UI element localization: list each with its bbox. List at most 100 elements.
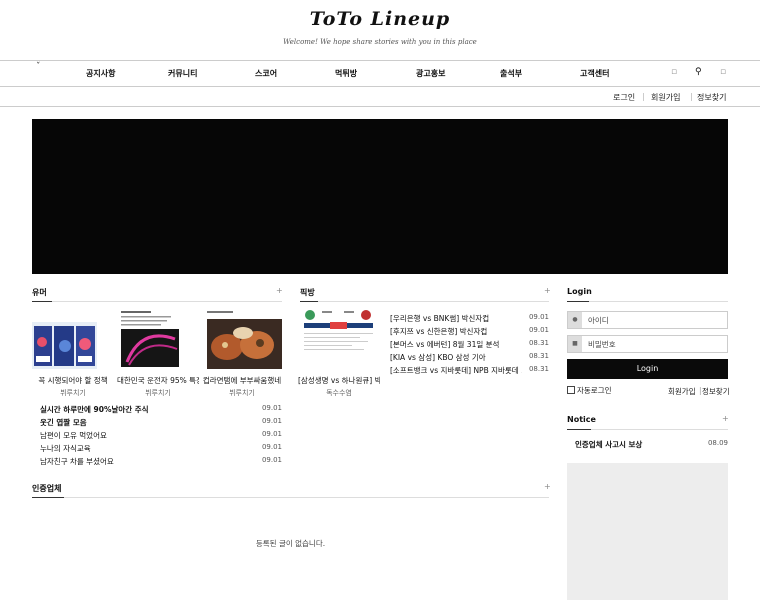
certified-section-title[interactable]: 인증업체 [32,483,61,494]
nav-item-score[interactable]: 스코어 [255,68,277,79]
site-tagline: Welcome! We hope share stories with you … [283,38,477,46]
humor-card-author: 뷔루치기 [60,389,86,397]
list-item[interactable]: 인증업체 사고시 보상 08.09 [575,439,728,451]
list-item-date: 08.31 [528,352,549,360]
section-underline [300,301,318,302]
password-input[interactable]: ■ 비밀번호 [567,335,728,353]
humor-card-author: 뷔루치기 [229,389,255,397]
list-item-title[interactable]: [우리은행 vs BNK썸] 박신자컵 [390,313,489,324]
pick-card-title[interactable]: [삼성생명 vs 하나원큐] 박 [298,375,380,386]
list-item-title[interactable]: 남편이 모유 먹었어요 [40,430,107,441]
notice-date: 08.09 [707,439,728,447]
list-item[interactable]: 누나의 자식교육 09.01 [40,443,282,455]
divider [589,301,728,302]
nav-item-notice[interactable]: 공지사항 [86,68,115,79]
list-item-title[interactable]: [후지쯔 vs 신한은행] 박신자컵 [390,326,487,337]
side-banner[interactable] [567,463,728,600]
square-icon[interactable]: ▫ [671,67,677,77]
main-nav: ˇ 공지사항 커뮤니티 스코어 먹튀방 광고홍보 출석부 고객센터 ▫ ⚲ ▫ [0,60,760,87]
list-item[interactable]: [본머스 vs 에버턴] 8월 31일 분석 08.31 [390,339,549,351]
list-item[interactable]: 실시간 하루만에 90%날아간 주식 09.01 [40,404,282,416]
divider [591,429,728,430]
list-item[interactable]: [후지쯔 vs 신한은행] 박신자컵 09.01 [390,326,549,338]
user-links-bar: 로그인 회원가입 정보찾기 [0,87,760,107]
auto-login-label: 자동로그인 [577,386,612,395]
list-item[interactable]: [소프트뱅크 vs 지바롯데] NPB 지바롯데 ... 08.31 [390,365,549,377]
more-icon[interactable]: + [544,286,551,295]
humor-thumb-3[interactable] [205,307,282,369]
signup-link[interactable]: 회원가입 [651,92,680,103]
humor-card-author: 뷔루치기 [145,389,171,397]
user-icon: ● [568,312,582,328]
humor-card-title[interactable]: 컵라면탬에 부부싸움했네 [202,375,282,386]
password-placeholder: 비밀번호 [588,340,616,349]
list-item-date: 09.01 [261,443,282,451]
list-item-date: 09.01 [528,326,549,334]
list-item-title[interactable]: 웃긴 엽짤 모음 [40,417,87,428]
list-item-title[interactable]: 실시간 하루만에 90%날아간 주식 [40,404,149,415]
nav-item-attendance[interactable]: 출석부 [500,68,522,79]
divider [691,93,692,101]
search-icon[interactable]: ⚲ [695,67,702,77]
checkbox-icon[interactable] [567,386,575,394]
humor-section-title[interactable]: 유머 [32,287,47,298]
site-header: ToTo Lineup Welcome! We hope share stori… [0,0,760,58]
divider [64,497,549,498]
humor-thumb-2[interactable] [117,307,182,369]
list-item-date: 09.01 [528,313,549,321]
pick-section-title[interactable]: 픽방 [300,287,315,298]
humor-card-title[interactable]: 꼭 시행되어야 할 정책 [32,375,114,386]
divider [643,93,644,101]
humor-card-title[interactable]: 대한민국 운전자 95% 특징 [117,375,199,386]
site-logo[interactable]: ToTo Lineup [0,8,760,30]
food-image [205,307,282,369]
id-input[interactable]: ● 아이디 [567,311,728,329]
nav-item-community[interactable]: 커뮤니티 [168,68,197,79]
list-item-title[interactable]: 남자친구 차를 부셨어요 [40,456,114,467]
nav-item-scam[interactable]: 먹튀방 [335,68,357,79]
auto-login-checkbox[interactable]: 자동로그인 [567,385,612,396]
pick-thumb[interactable] [300,307,377,369]
login-button[interactable]: Login [567,359,728,379]
article-image [117,307,182,369]
login-signup-link[interactable]: 회원가입 [668,386,696,397]
login-link[interactable]: 로그인 [613,92,635,103]
list-item[interactable]: 웃긴 엽짤 모음 09.01 [40,417,282,429]
match-image [300,307,377,369]
list-item[interactable]: 남자친구 차를 부셨어요 09.01 [40,456,282,468]
list-item-title[interactable]: [소프트뱅크 vs 지바롯데] NPB 지바롯데 ... [390,365,522,376]
login-find-link[interactable]: 정보찾기 [702,386,730,397]
empty-message: 등록된 글이 없습니다. [255,539,326,548]
notice-title[interactable]: 인증업체 사고시 보상 [575,439,642,450]
section-underline [567,429,591,430]
list-item-date: 09.01 [261,430,282,438]
more-icon[interactable]: + [722,414,729,423]
pick-card-author: 독수수염 [326,389,352,397]
list-item-title[interactable]: 누나의 자식교육 [40,443,91,454]
list-item-date: 08.31 [528,365,549,373]
notice-panel-title[interactable]: Notice [567,415,596,424]
list-item[interactable]: [우리은행 vs BNK썸] 박신자컵 09.01 [390,313,549,325]
login-panel-title: Login [567,287,592,296]
list-item[interactable]: 남편이 모유 먹었어요 09.01 [40,430,282,442]
list-item-date: 09.01 [261,417,282,425]
list-item-title[interactable]: [KIA vs 삼성] KBO 삼성 기아 [390,352,486,363]
find-info-link[interactable]: 정보찾기 [697,92,726,103]
list-item-date: 09.01 [261,404,282,412]
divider [318,301,549,302]
list-item-date: 08.31 [528,339,549,347]
more-icon[interactable]: + [276,286,283,295]
lock-icon: ■ [568,336,582,352]
nav-item-ads[interactable]: 광고홍보 [416,68,445,79]
section-underline [32,497,64,498]
humor-thumb-1[interactable] [32,322,97,369]
divider [52,301,282,302]
comic-image [32,322,97,369]
square-icon[interactable]: ▫ [720,67,726,77]
nav-item-support[interactable]: 고객센터 [580,68,609,79]
more-icon[interactable]: + [544,482,551,491]
list-item-title[interactable]: [본머스 vs 에버턴] 8월 31일 분석 [390,339,499,350]
menu-toggle-icon[interactable]: ˇ [36,62,41,72]
list-item[interactable]: [KIA vs 삼성] KBO 삼성 기아 08.31 [390,352,549,364]
main-banner[interactable] [32,119,728,274]
